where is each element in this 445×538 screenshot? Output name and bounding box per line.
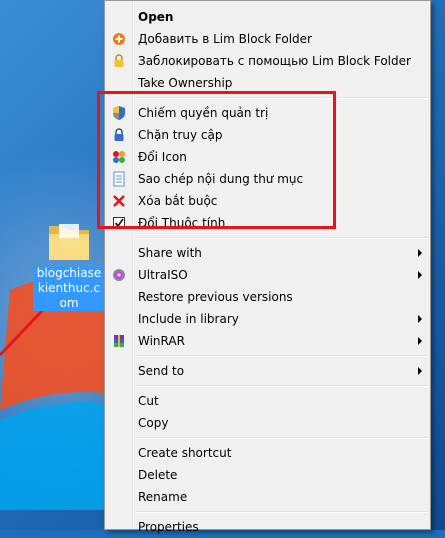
menu-item-icon-slot	[107, 516, 131, 538]
menu-item-label: Share with	[138, 246, 202, 260]
menu-item-create-shortcut[interactable]: Create shortcut	[107, 442, 428, 464]
menu-item-restore-previous-versions[interactable]: Restore previous versions	[107, 286, 428, 308]
submenu-arrow-icon	[418, 249, 422, 257]
menu-item-share-with[interactable]: Share with	[107, 242, 428, 264]
menu-item-label: Restore previous versions	[138, 290, 293, 304]
menu-item-lim-block-folder[interactable]: Заблокировать с помощью Lim Block Folder	[107, 50, 428, 72]
menu-item-label: Delete	[138, 468, 178, 482]
menu-item-rename[interactable]: Rename	[107, 486, 428, 508]
menu-item-icon-slot	[107, 6, 131, 28]
menu-item-copy[interactable]: Copy	[107, 412, 428, 434]
menu-item-include-in-library[interactable]: Include in library	[107, 308, 428, 330]
menu-item-label: Rename	[138, 490, 188, 504]
folder-icon	[49, 224, 89, 260]
menu-item-delete[interactable]: Delete	[107, 464, 428, 486]
context-menu: Open Добавить в Lim Block Folder Заблокиро…	[104, 0, 431, 534]
menu-item-label: Include in library	[138, 312, 239, 326]
menu-separator	[136, 437, 428, 439]
menu-item-icon-slot	[107, 442, 131, 464]
winrar-icon	[107, 330, 131, 352]
menu-item-label: Copy	[138, 416, 169, 430]
desktop-folder-item[interactable]: blogchiasekienthuc.com	[33, 220, 105, 312]
menu-item-cut[interactable]: Cut	[107, 390, 428, 412]
menu-separator	[136, 511, 428, 513]
menu-item-icon-slot	[107, 286, 131, 308]
menu-item-label: Open	[138, 10, 174, 24]
submenu-arrow-icon	[418, 337, 422, 345]
menu-item-label: Take Ownership	[138, 76, 233, 90]
ultraiso-icon	[107, 264, 131, 286]
menu-item-icon-slot	[107, 464, 131, 486]
orange-plus-icon	[107, 28, 131, 50]
menu-item-icon-slot	[107, 360, 131, 382]
menu-item-icon-slot	[107, 486, 131, 508]
menu-item-label: Добавить в Lim Block Folder	[138, 32, 312, 46]
menu-item-icon-slot	[107, 308, 131, 330]
menu-item-label: Send to	[138, 364, 185, 378]
menu-item-label: Properties	[138, 520, 199, 534]
menu-item-icon-slot	[107, 390, 131, 412]
menu-item-icon-slot	[107, 242, 131, 264]
submenu-arrow-icon	[418, 315, 422, 323]
submenu-arrow-icon	[418, 367, 422, 375]
lock-icon	[107, 50, 131, 72]
menu-separator	[136, 237, 428, 239]
menu-separator	[136, 355, 428, 357]
menu-item-label: Create shortcut	[138, 446, 232, 460]
menu-item-lim-block-folder[interactable]: Добавить в Lim Block Folder	[107, 28, 428, 50]
menu-item-label: UltraISO	[138, 268, 188, 282]
menu-item-label: WinRAR	[138, 334, 185, 348]
red-highlight-box	[97, 91, 336, 229]
menu-item-label: Cut	[138, 394, 159, 408]
menu-separator	[136, 385, 428, 387]
menu-item-ultraiso[interactable]: UltraISO	[107, 264, 428, 286]
folder-label: blogchiasekienthuc.com	[33, 266, 105, 311]
submenu-arrow-icon	[418, 271, 422, 279]
menu-item-winrar[interactable]: WinRAR	[107, 330, 428, 352]
menu-item-open[interactable]: Open	[107, 6, 428, 28]
menu-item-label: Заблокировать с помощью Lim Block Folder	[138, 54, 411, 68]
menu-item-properties[interactable]: Properties	[107, 516, 428, 538]
menu-item-send-to[interactable]: Send to	[107, 360, 428, 382]
menu-item-icon-slot	[107, 412, 131, 434]
